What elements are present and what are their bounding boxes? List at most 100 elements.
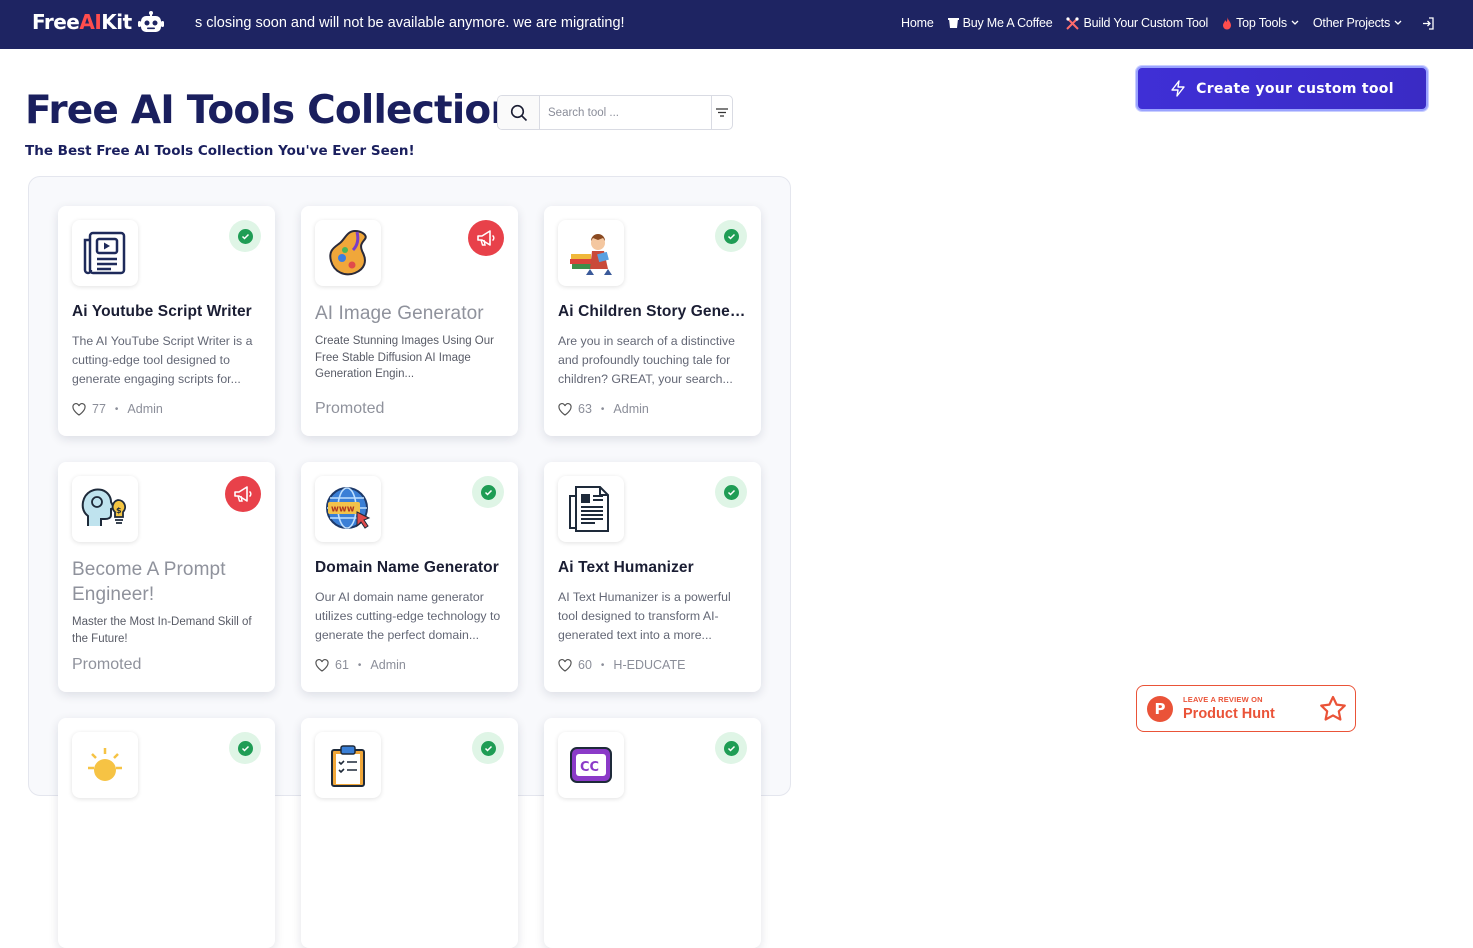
check-icon xyxy=(484,489,492,496)
nav-top-tools-label: Top Tools xyxy=(1236,16,1287,30)
brand-logo[interactable]: FreeAIKit xyxy=(32,10,164,34)
verified-badge xyxy=(229,220,261,252)
top-navbar: FreeAIKit s closing soon and will not be… xyxy=(0,0,1473,49)
svg-text:www: www xyxy=(331,505,355,515)
tool-title[interactable]: Become A Prompt Engineer! xyxy=(72,557,262,607)
tool-card[interactable]: www Domain Name Generator Our AI domain … xyxy=(301,462,518,692)
megaphone-icon xyxy=(477,230,495,246)
filter-button[interactable] xyxy=(711,96,732,129)
check-icon xyxy=(727,745,735,752)
search-button[interactable] xyxy=(498,96,540,129)
product-hunt-label: Product Hunt xyxy=(1183,706,1275,722)
nav-top-tools[interactable]: Top Tools xyxy=(1222,16,1299,30)
chevron-down-icon xyxy=(1291,20,1299,25)
tool-card[interactable]: Ai Children Story Generator Are you in s… xyxy=(544,206,761,436)
tool-author: Admin xyxy=(127,402,163,416)
promoted-label: Promoted xyxy=(72,656,142,673)
tool-card-promoted[interactable]: AI Image Generator Create Stunning Image… xyxy=(301,206,518,436)
product-hunt-small-label: LEAVE A REVIEW ON xyxy=(1183,695,1263,704)
nav-buy-coffee[interactable]: Buy Me A Coffee xyxy=(947,16,1053,30)
tool-description: AI Text Humanizer is a powerful tool des… xyxy=(558,590,731,642)
login-icon xyxy=(1423,16,1434,30)
tool-meta: 61 • Admin xyxy=(315,658,406,672)
tools-icon xyxy=(1066,16,1080,30)
main-nav: Home Buy Me A Coffee Build Your Custom T… xyxy=(901,16,1435,30)
nav-build-custom-tool-label: Build Your Custom Tool xyxy=(1083,16,1209,30)
check-icon xyxy=(241,233,249,240)
tool-title[interactable]: Ai Text Humanizer xyxy=(558,559,748,577)
tool-card[interactable] xyxy=(301,718,518,948)
clipboard-checklist-icon xyxy=(315,732,381,798)
verified-badge xyxy=(715,732,747,764)
lightbulb-icon xyxy=(72,732,138,798)
product-hunt-logo-icon: P xyxy=(1147,695,1173,722)
meta-separator: • xyxy=(357,659,362,671)
announcement-ticker: s closing soon and will not be available… xyxy=(195,15,625,31)
meta-separator: • xyxy=(600,659,605,671)
create-custom-tool-label: Create your custom tool xyxy=(1196,80,1394,97)
check-icon xyxy=(241,745,249,752)
caption-cc-icon: CC xyxy=(558,732,624,798)
heart-icon[interactable] xyxy=(72,402,86,416)
filter-icon xyxy=(716,108,728,117)
chevron-down-icon xyxy=(1394,20,1402,25)
search-bar xyxy=(497,95,733,130)
heart-icon[interactable] xyxy=(558,402,572,416)
page-subtitle: The Best Free AI Tools Collection You've… xyxy=(25,143,415,159)
tool-title[interactable]: Ai Children Story Generator xyxy=(558,303,748,321)
paint-palette-icon xyxy=(315,220,381,286)
verified-badge xyxy=(229,732,261,764)
verified-badge xyxy=(472,476,504,508)
tool-card[interactable] xyxy=(58,718,275,948)
text-document-icon xyxy=(558,476,624,542)
megaphone-icon xyxy=(234,486,252,502)
child-reading-books-icon xyxy=(558,220,624,286)
like-count: 77 xyxy=(92,402,106,416)
nav-other-projects[interactable]: Other Projects xyxy=(1313,16,1402,30)
brand-name: FreeAIKit xyxy=(32,10,132,34)
tool-author: H-EDUCATE xyxy=(613,658,686,672)
tool-title[interactable]: Domain Name Generator xyxy=(315,559,505,577)
globe-www-icon: www xyxy=(315,476,381,542)
tool-card[interactable]: Ai Youtube Script Writer The AI YouTube … xyxy=(58,206,275,436)
heart-icon[interactable] xyxy=(558,658,572,672)
svg-text:$: $ xyxy=(116,506,122,515)
search-input[interactable] xyxy=(540,96,711,129)
star-icon xyxy=(1320,695,1346,721)
tool-meta: 60 • H-EDUCATE xyxy=(558,658,685,672)
heart-icon[interactable] xyxy=(315,658,329,672)
lightning-icon xyxy=(1171,80,1185,97)
tools-grid-panel: Ai Youtube Script Writer The AI YouTube … xyxy=(28,176,791,948)
page-title: Free AI Tools Collection xyxy=(25,88,518,133)
like-count: 63 xyxy=(578,402,592,416)
robot-icon xyxy=(137,10,164,34)
nav-build-custom-tool[interactable]: Build Your Custom Tool xyxy=(1066,16,1208,30)
head-idea-money-icon: $ xyxy=(72,476,138,542)
tool-title[interactable]: Ai Youtube Script Writer xyxy=(72,303,262,321)
tool-meta: 63 • Admin xyxy=(558,402,649,416)
tool-meta: 77 • Admin xyxy=(72,402,163,416)
tool-description: Our AI domain name generator utilizes cu… xyxy=(315,590,501,642)
tool-card[interactable]: Ai Text Humanizer AI Text Humanizer is a… xyxy=(544,462,761,692)
nav-other-projects-label: Other Projects xyxy=(1312,16,1390,30)
tool-card-promoted[interactable]: $ Become A Prompt Engineer! Master the M… xyxy=(58,462,275,692)
tool-author: Admin xyxy=(370,658,406,672)
meta-separator: • xyxy=(600,403,605,415)
check-icon xyxy=(727,233,735,240)
product-hunt-review-badge[interactable]: P LEAVE A REVIEW ON Product Hunt xyxy=(1136,685,1356,732)
verified-badge xyxy=(715,476,747,508)
tool-title[interactable]: AI Image Generator xyxy=(315,301,505,326)
like-count: 61 xyxy=(335,658,349,672)
check-icon xyxy=(727,489,735,496)
create-custom-tool-button[interactable]: Create your custom tool xyxy=(1136,66,1428,111)
verified-badge xyxy=(472,732,504,764)
check-icon xyxy=(484,745,492,752)
nav-home[interactable]: Home xyxy=(901,16,934,30)
tool-description: The AI YouTube Script Writer is a cuttin… xyxy=(72,334,253,386)
meta-separator: • xyxy=(114,403,119,415)
login-button[interactable] xyxy=(1422,16,1435,30)
tool-card[interactable]: CC xyxy=(544,718,761,948)
nav-buy-coffee-label: Buy Me A Coffee xyxy=(962,16,1053,30)
fire-icon xyxy=(1223,16,1232,29)
tool-author: Admin xyxy=(613,402,649,416)
